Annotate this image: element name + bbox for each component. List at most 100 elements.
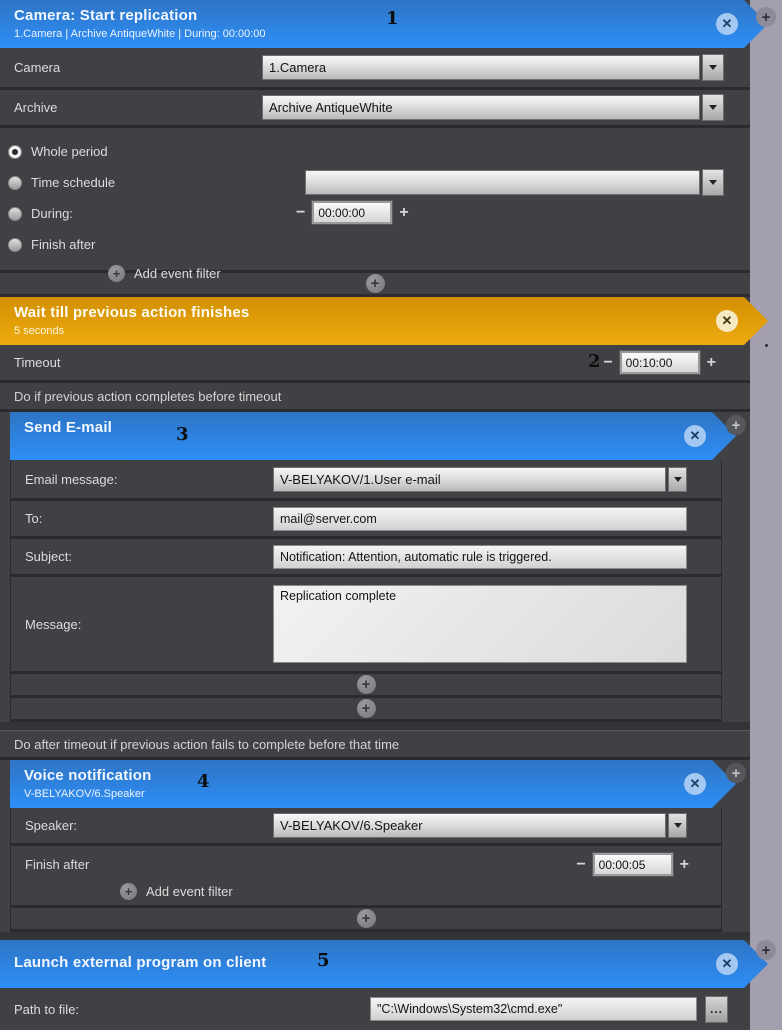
voice-block-subtitle: V-BELYAKOV/6.Speaker (24, 788, 676, 800)
close-icon[interactable]: ✕ (716, 310, 738, 332)
timeout-input[interactable] (620, 351, 700, 374)
path-label: Path to file: (14, 1002, 370, 1017)
divider (0, 932, 750, 940)
add-button[interactable]: + (357, 675, 376, 694)
close-icon[interactable]: ✕ (684, 773, 706, 795)
dropdown-arrow-icon (674, 823, 682, 828)
radio-icon[interactable] (8, 238, 22, 252)
archive-select-button[interactable] (702, 94, 724, 121)
wait-block-subtitle: 5 seconds (14, 325, 708, 337)
message-row: Message: Replication complete (10, 577, 722, 674)
actions-column: Camera: Start replication 1.Camera | Arc… (0, 0, 750, 1030)
camera-select[interactable]: 1.Camera (262, 54, 724, 81)
camera-select-value[interactable]: 1.Camera (262, 55, 700, 80)
time-schedule-select-value[interactable] (305, 170, 700, 195)
branch-fail-label: Do after timeout if previous action fail… (0, 730, 750, 760)
to-label: To: (25, 511, 273, 526)
plus-icon[interactable]: + (399, 205, 408, 221)
launch-block-header[interactable]: Launch external program on client ✕ (0, 940, 768, 988)
plus-icon[interactable]: + (108, 265, 125, 282)
subject-input[interactable] (273, 545, 687, 569)
finish-after-spinner: − + (576, 853, 689, 876)
timeout-row: Timeout − + (0, 345, 750, 383)
radio-selected-icon[interactable] (8, 145, 22, 159)
during-time-input[interactable] (312, 201, 392, 224)
close-icon[interactable]: ✕ (716, 13, 738, 35)
message-textarea[interactable]: Replication complete (273, 585, 687, 663)
radio-icon[interactable] (8, 207, 22, 221)
plus-icon[interactable]: + (680, 857, 689, 873)
subject-row: Subject: (10, 539, 722, 577)
finish-after-row: Finish after − + + Add event filter (10, 846, 722, 908)
period-options-group: Whole period Time schedule During: Finis… (0, 128, 750, 273)
close-icon[interactable]: ✕ (716, 953, 738, 975)
camera-block-subtitle: 1.Camera | Archive AntiqueWhite | During… (14, 28, 708, 40)
rule-editor-screen: Camera: Start replication 1.Camera | Arc… (0, 0, 782, 1030)
camera-row: Camera 1.Camera (0, 48, 750, 90)
timeout-label: Timeout (14, 355, 60, 370)
path-row: Path to file: ... (0, 988, 750, 1030)
divider (0, 722, 750, 730)
minus-icon[interactable]: − (296, 205, 305, 221)
email-message-select-value[interactable]: V-BELYAKOV/1.User e-mail (273, 467, 666, 492)
add-action-button[interactable]: + (726, 763, 746, 783)
add-action-row: + (10, 908, 722, 932)
email-block-title: Send E-mail (24, 419, 676, 436)
speaker-select-button[interactable] (668, 813, 687, 838)
email-message-select-button[interactable] (668, 467, 687, 492)
archive-select-value[interactable]: Archive AntiqueWhite (262, 95, 700, 120)
camera-block-header[interactable]: Camera: Start replication 1.Camera | Arc… (0, 0, 768, 48)
annotation-2: 2 (588, 351, 601, 372)
camera-select-button[interactable] (702, 54, 724, 81)
camera-label: Camera (14, 60, 262, 75)
whole-period-option[interactable]: Whole period (8, 136, 750, 167)
dropdown-arrow-icon (709, 180, 717, 185)
email-message-label: Email message: (25, 472, 273, 487)
email-message-row: Email message: V-BELYAKOV/1.User e-mail (10, 460, 722, 501)
add-row: + (10, 674, 722, 698)
launch-block-title: Launch external program on client (14, 954, 708, 971)
voice-block-title: Voice notification (24, 767, 676, 784)
speaker-row: Speaker: V-BELYAKOV/6.Speaker (10, 808, 722, 846)
minus-icon[interactable]: − (576, 857, 585, 873)
add-event-filter[interactable]: + Add event filter (25, 878, 721, 904)
speaker-select[interactable]: V-BELYAKOV/6.Speaker (273, 813, 687, 838)
path-input[interactable] (370, 997, 697, 1021)
speck (765, 344, 768, 347)
archive-select[interactable]: Archive AntiqueWhite (262, 94, 724, 121)
plus-icon[interactable]: + (120, 883, 137, 900)
finish-after-option[interactable]: Finish after (8, 229, 750, 260)
add-action-button[interactable]: + (756, 940, 776, 960)
to-input[interactable] (273, 507, 687, 531)
add-action-button[interactable]: + (357, 699, 376, 718)
speaker-select-value[interactable]: V-BELYAKOV/6.Speaker (273, 813, 666, 838)
add-event-filter[interactable]: + Add event filter (8, 260, 750, 286)
minus-icon[interactable]: − (603, 355, 612, 371)
finish-after-input[interactable] (593, 853, 673, 876)
message-label: Message: (25, 617, 273, 632)
annotation-3: 3 (176, 424, 189, 445)
time-schedule-select[interactable] (305, 169, 724, 196)
wait-block-header[interactable]: Wait till previous action finishes 5 sec… (0, 297, 768, 345)
add-action-button[interactable]: + (726, 415, 746, 435)
timeout-spinner: − + (603, 351, 716, 374)
add-action-row: + (10, 698, 722, 722)
time-schedule-select-button[interactable] (702, 169, 724, 196)
radio-icon[interactable] (8, 176, 22, 190)
add-event-filter-label: Add event filter (146, 884, 233, 899)
email-message-select[interactable]: V-BELYAKOV/1.User e-mail (273, 467, 687, 492)
voice-block-header[interactable]: Voice notification V-BELYAKOV/6.Speaker … (10, 760, 736, 808)
annotation-5: 5 (317, 950, 330, 971)
dropdown-arrow-icon (709, 65, 717, 70)
dropdown-arrow-icon (709, 105, 717, 110)
add-action-button[interactable]: + (756, 7, 776, 27)
close-icon[interactable]: ✕ (684, 425, 706, 447)
add-action-button[interactable]: + (357, 909, 376, 928)
plus-icon[interactable]: + (707, 355, 716, 371)
add-event-filter-label: Add event filter (134, 266, 221, 281)
browse-button[interactable]: ... (705, 996, 728, 1023)
time-schedule-label: Time schedule (31, 175, 115, 190)
annotation-4: 4 (197, 771, 210, 792)
email-block-header[interactable]: Send E-mail ✕ (10, 412, 736, 460)
dropdown-arrow-icon (674, 477, 682, 482)
